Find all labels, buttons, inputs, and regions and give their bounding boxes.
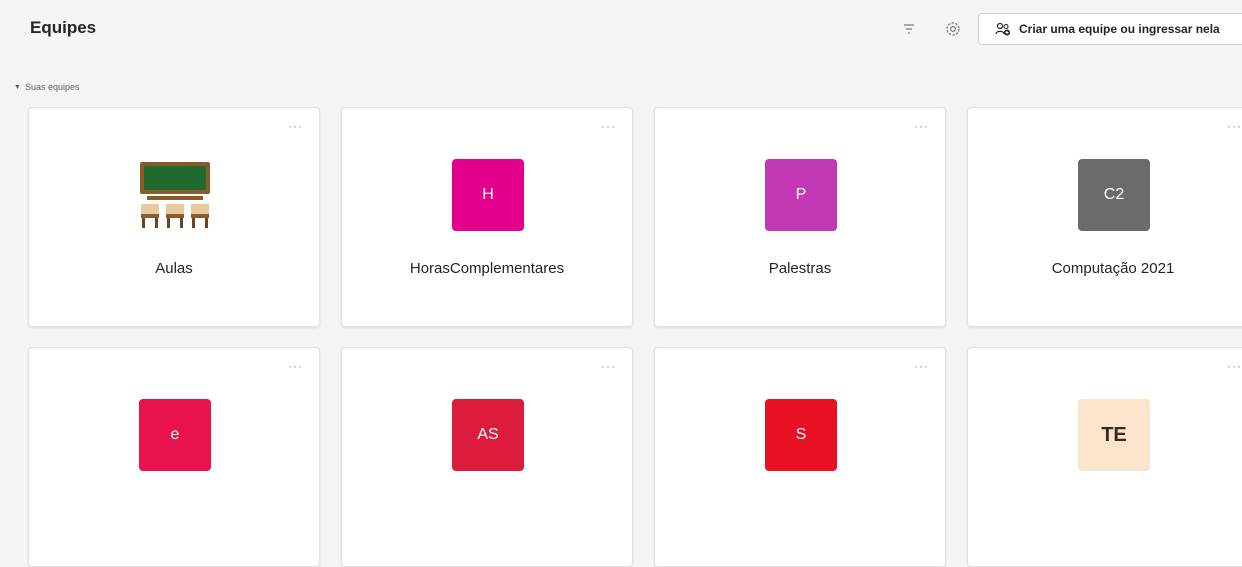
team-card[interactable]: ··· S	[654, 347, 946, 567]
more-options-icon[interactable]: ···	[288, 360, 303, 372]
teams-grid: ··· Aulas ··· H HorasComplementares ··· …	[28, 107, 1242, 567]
filter-icon[interactable]	[902, 22, 916, 36]
team-card[interactable]: ··· e	[28, 347, 320, 567]
team-card[interactable]: ··· P Palestras	[654, 107, 946, 327]
more-options-icon[interactable]: ···	[1227, 360, 1242, 372]
classroom-icon	[140, 162, 210, 228]
more-options-icon[interactable]: ···	[914, 120, 929, 132]
more-options-icon[interactable]: ···	[914, 360, 929, 372]
more-options-icon[interactable]: ···	[288, 120, 303, 132]
section-label: Suas equipes	[24, 82, 80, 92]
team-name: Aulas	[155, 260, 193, 277]
team-avatar: AS	[452, 399, 524, 471]
team-avatar: H	[452, 159, 524, 231]
team-avatar: TE	[1078, 399, 1150, 471]
team-avatar: S	[765, 399, 837, 471]
create-button-label: Criar uma equipe ou ingressar nela	[1019, 22, 1220, 36]
team-avatar: e	[139, 399, 211, 471]
more-options-icon[interactable]: ···	[601, 120, 616, 132]
your-teams-section-toggle[interactable]: ▼ Suas equipes	[14, 82, 79, 92]
more-options-icon[interactable]: ···	[1227, 120, 1242, 132]
team-card[interactable]: ··· Aulas	[28, 107, 320, 327]
page-title: Equipes	[30, 18, 97, 37]
more-options-icon[interactable]: ···	[601, 360, 616, 372]
team-avatar: P	[765, 159, 837, 231]
team-name: Computação 2021	[1051, 260, 1175, 277]
header-bar: Equipes Criar uma equipe ou ingressar ne…	[0, 0, 1242, 58]
team-name: Palestras	[768, 260, 832, 277]
team-avatar: C2	[1078, 159, 1150, 231]
people-add-icon	[995, 22, 1010, 36]
settings-gear-icon[interactable]	[944, 20, 962, 38]
team-card[interactable]: ··· AS	[341, 347, 633, 567]
team-name: HorasComplementares	[409, 260, 565, 277]
caret-down-icon: ▼	[14, 83, 21, 91]
team-card[interactable]: ··· TE	[967, 347, 1242, 567]
create-or-join-team-button[interactable]: Criar uma equipe ou ingressar nela	[978, 13, 1242, 45]
team-card[interactable]: ··· C2 Computação 2021	[967, 107, 1242, 327]
team-card[interactable]: ··· H HorasComplementares	[341, 107, 633, 327]
